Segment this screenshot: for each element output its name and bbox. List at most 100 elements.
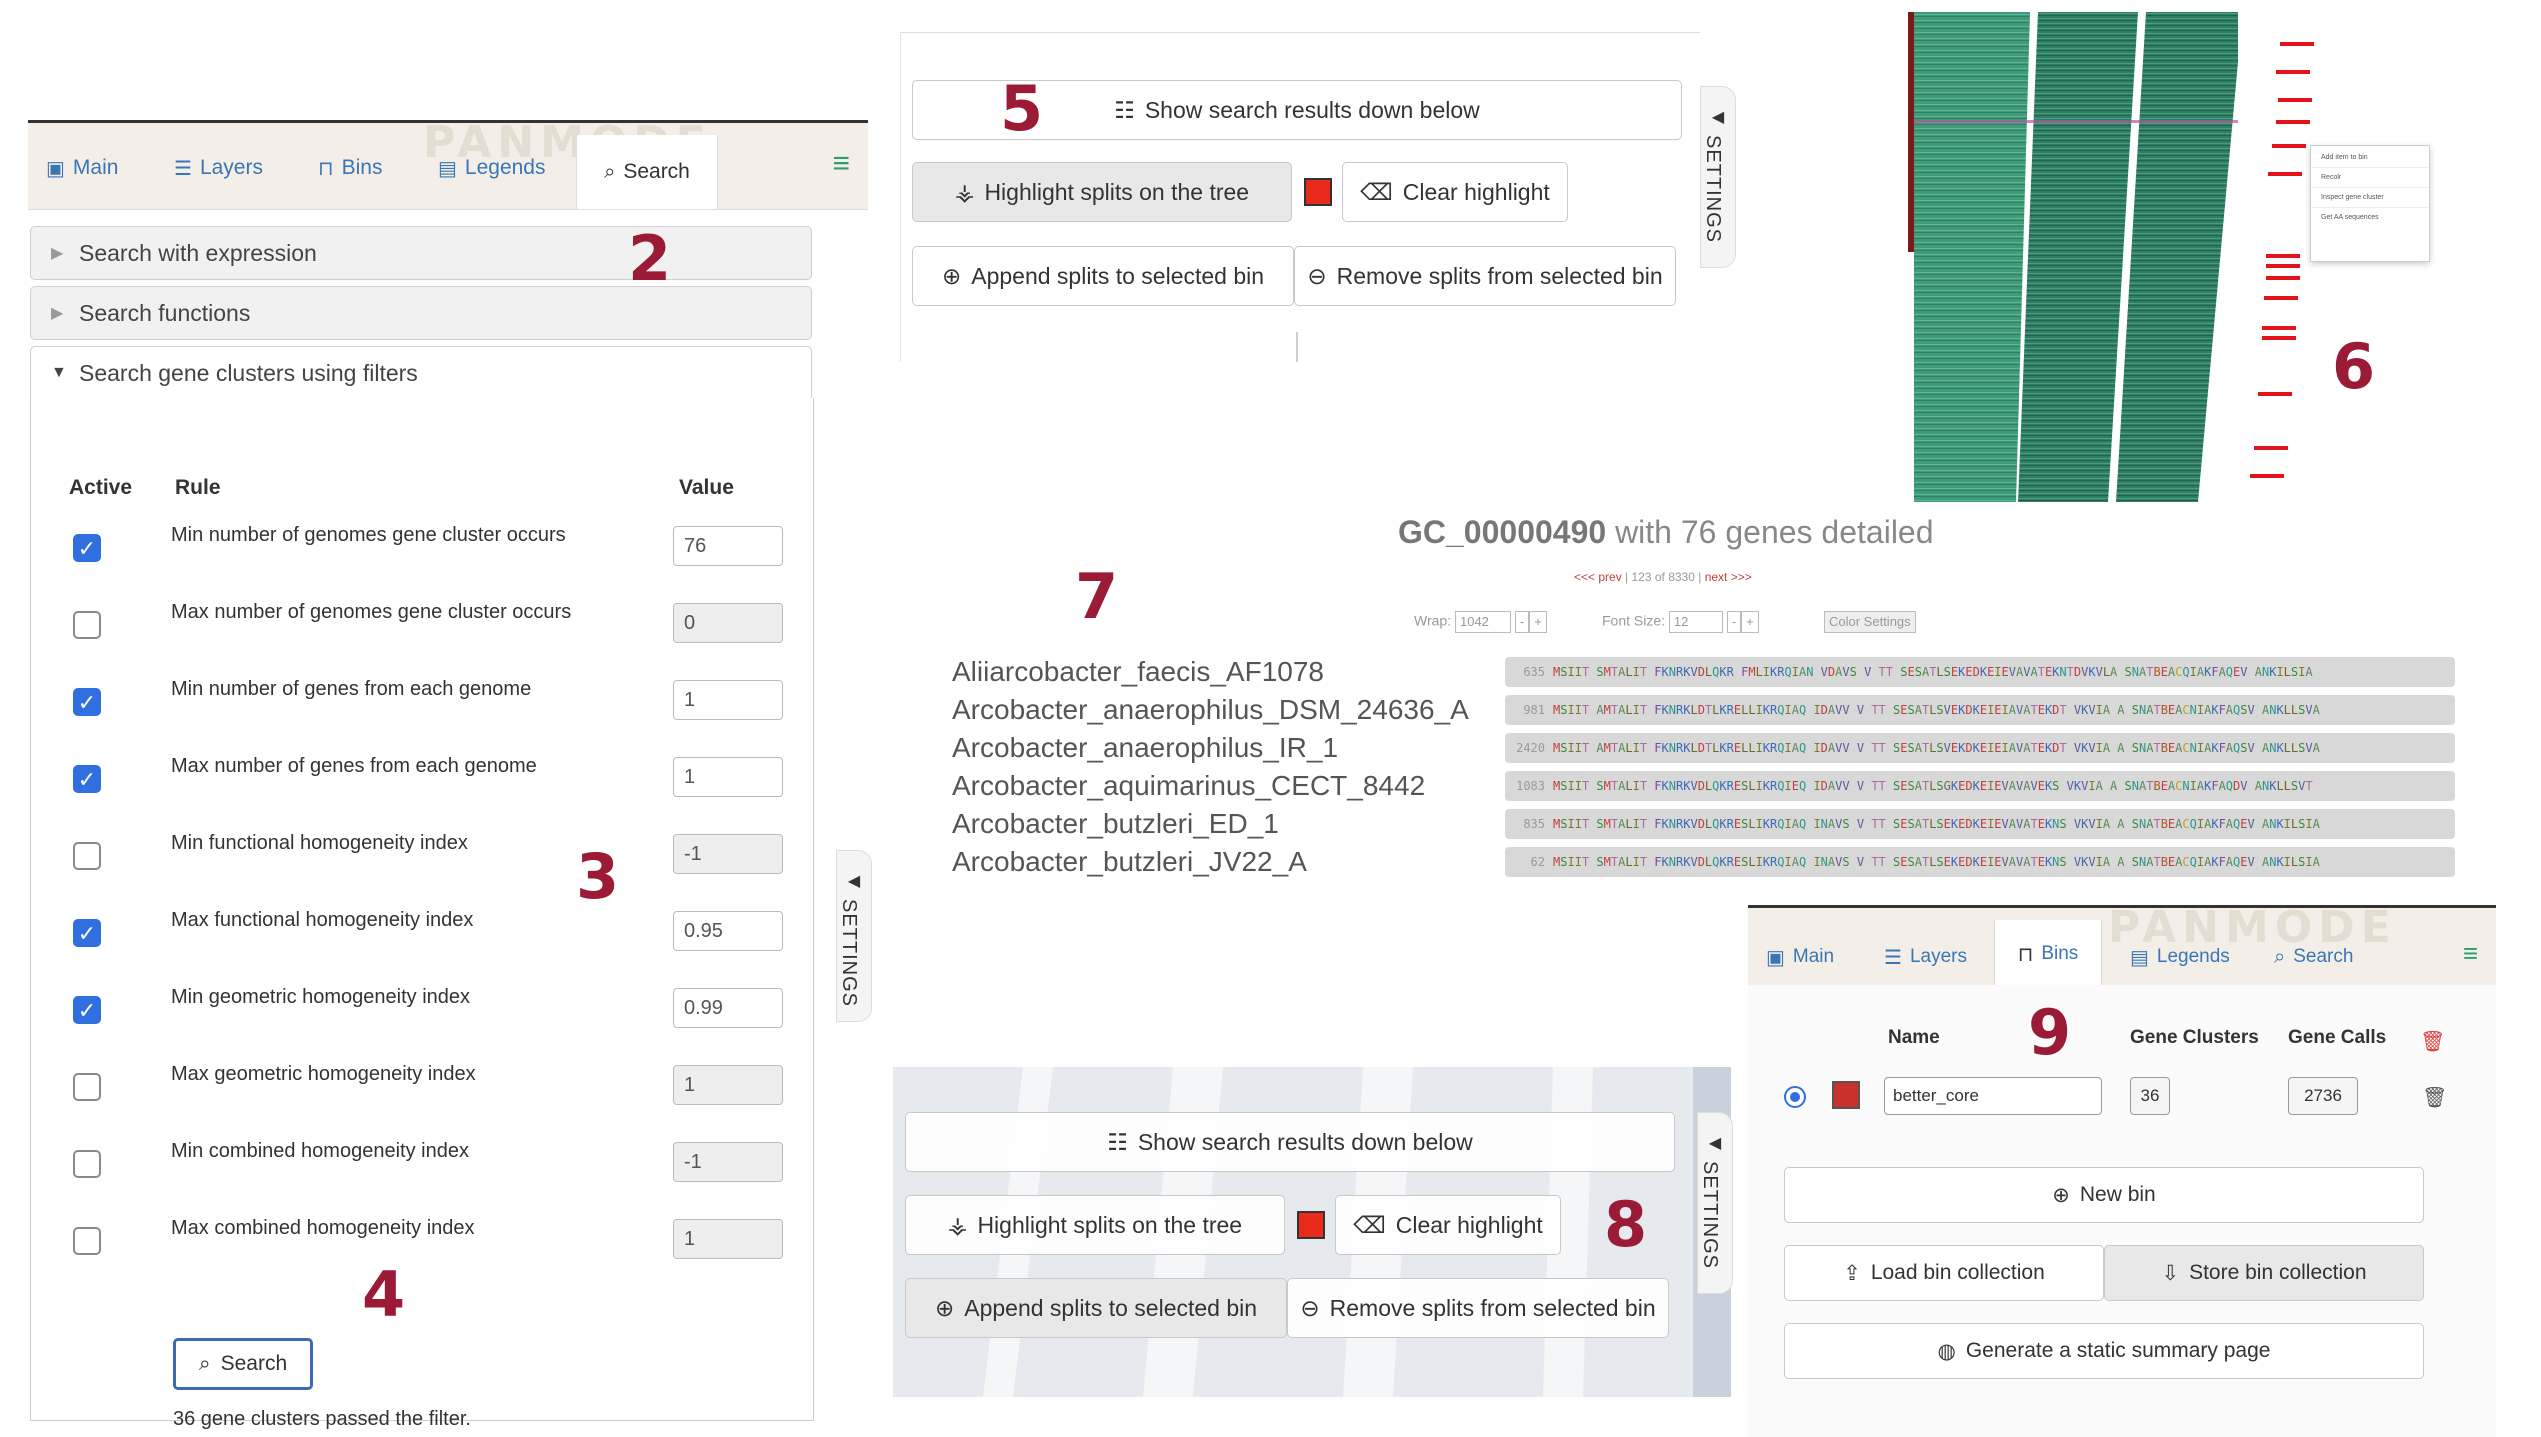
show-results-button[interactable]: ☷ Show search results down below	[905, 1112, 1675, 1172]
search-button[interactable]: ⌕ Search	[173, 1338, 313, 1390]
accordion-search-expression[interactable]: ▶ Search with expression	[30, 226, 812, 280]
load-collection-label: Load bin collection	[1870, 1261, 2045, 1284]
wrap-input[interactable]: 1042	[1454, 611, 1511, 633]
tree-context-menu: Add item to bin Recolr Inspect gene clus…	[2310, 145, 2430, 262]
tab-main[interactable]: ▣ Main	[46, 151, 118, 185]
settings-toggle[interactable]: ◀ SETTINGS	[1697, 1112, 1733, 1294]
settings-toggle[interactable]: ◀ SETTINGS	[1700, 86, 1736, 268]
wrap-increase-button[interactable]: +	[1529, 611, 1547, 633]
layers-icon: ☰	[174, 157, 192, 180]
filter-value-input[interactable]: 1	[673, 1219, 783, 1259]
tab-legends[interactable]: ▤ Legends	[438, 151, 545, 185]
aa-sequence: MSIIT AMTALIT FKNRKLDTLKRELLIKRQIAQ IDAV…	[1553, 741, 2320, 755]
filter-row: Max geometric homogeneity index 1	[31, 1055, 811, 1132]
remove-splits-button[interactable]: ⊖ Remove splits from selected bin	[1287, 1278, 1669, 1338]
font-size-input[interactable]: 12	[1668, 611, 1723, 633]
bin-select-radio[interactable]	[1784, 1086, 1806, 1108]
filter-value-input[interactable]: 1	[673, 757, 783, 797]
filter-value-input[interactable]: 1	[673, 680, 783, 720]
wrap-control: Wrap: 1042 - +	[1414, 611, 1547, 633]
append-splits-button[interactable]: ⊕ Append splits to selected bin	[905, 1278, 1287, 1338]
tab-layers[interactable]: ☰ Layers	[1884, 940, 1967, 974]
color-settings-button[interactable]: Color Settings	[1824, 611, 1916, 633]
filter-value-input[interactable]: 0.95	[673, 911, 783, 951]
filter-value-input[interactable]: 0.99	[673, 988, 783, 1028]
tab-main[interactable]: ▣ Main	[1766, 940, 1834, 974]
tab-bins[interactable]: ⊓ Bins	[1994, 920, 2102, 988]
sequence-row: 835 MSIIT SMTALIT FKNRKVDLQKRESLIKRQIAQ I…	[1505, 809, 2455, 839]
image-icon: ▣	[46, 157, 65, 180]
pangenome-tree-view[interactable]	[1908, 12, 2238, 502]
filter-active-checkbox[interactable]: ✓	[73, 534, 101, 562]
font-decrease-button[interactable]: -	[1726, 611, 1742, 633]
highlight-color-swatch[interactable]	[1297, 1211, 1325, 1239]
filter-rule-label: Min combined homogeneity index	[171, 1140, 469, 1162]
delete-bin-icon[interactable]: 🗑	[2422, 1085, 2447, 1110]
accordion-search-functions[interactable]: ▶ Search functions	[30, 286, 812, 340]
highlight-color-swatch[interactable]	[1304, 178, 1332, 206]
next-link[interactable]: next >>>	[1705, 570, 1752, 584]
context-menu-item[interactable]: Inspect gene cluster	[2311, 187, 2429, 207]
context-menu-item[interactable]: Add item to bin	[2311, 146, 2429, 167]
settings-toggle[interactable]: ◀ SETTINGS	[836, 850, 872, 1022]
tab-legends-label: Legends	[464, 156, 546, 179]
delete-all-icon[interactable]: 🗑	[2420, 1029, 2445, 1054]
marker-3: 3	[576, 840, 620, 913]
tab-search[interactable]: ⌕ Search	[2274, 940, 2353, 974]
context-menu-item[interactable]: Get AA sequences	[2311, 207, 2429, 227]
aa-sequence: MSIIT SMTALIT FKNRKVDLQKR FMLIKRQIAN VDA…	[1553, 665, 2313, 679]
filter-active-checkbox[interactable]	[73, 1073, 101, 1101]
prev-link[interactable]: <<< prev	[1574, 570, 1622, 584]
bin-name-input[interactable]: better_core	[1884, 1077, 2102, 1115]
clear-highlight-button[interactable]: ⌫ Clear highlight	[1342, 162, 1568, 222]
tab-layers[interactable]: ☰ Layers	[174, 151, 263, 185]
filter-active-checkbox[interactable]: ✓	[73, 919, 101, 947]
clear-highlight-button[interactable]: ⌫ Clear highlight	[1335, 1195, 1561, 1255]
context-menu-item[interactable]: Recolr	[2311, 167, 2429, 187]
filter-active-checkbox[interactable]	[73, 611, 101, 639]
filter-rule-label: Max number of genomes gene cluster occur…	[171, 601, 572, 623]
tab-bins[interactable]: ⊓ Bins	[318, 151, 382, 185]
highlight-icon: ⚶	[947, 1211, 968, 1238]
static-summary-button[interactable]: ◍ Generate a static summary page	[1784, 1323, 2424, 1379]
tab-search[interactable]: ⌕ Search	[576, 135, 718, 209]
filter-active-checkbox[interactable]	[73, 842, 101, 870]
store-collection-button[interactable]: ⇩ Store bin collection	[2104, 1245, 2424, 1301]
highlight-splits-button[interactable]: ⚶ Highlight splits on the tree	[905, 1195, 1285, 1255]
menu-icon[interactable]: ≡	[2463, 938, 2478, 969]
filter-value-input[interactable]: -1	[673, 834, 783, 874]
filter-value-input[interactable]: 76	[673, 526, 783, 566]
settings-label: SETTINGS	[1699, 1161, 1721, 1270]
aa-sequence: MSIIT SMTALIT FKNRKVDLQKRESLIKRQIEQ IDAV…	[1553, 779, 2313, 793]
search-icon: ⌕	[198, 1352, 211, 1375]
filter-active-checkbox[interactable]: ✓	[73, 996, 101, 1024]
bin-gene-calls: 2736	[2288, 1077, 2358, 1115]
new-bin-button[interactable]: ⊕ New bin	[1784, 1167, 2424, 1223]
search-icon: ⌕	[604, 160, 616, 183]
filter-rule-label: Max geometric homogeneity index	[171, 1063, 476, 1085]
filter-active-checkbox[interactable]	[73, 1227, 101, 1255]
marker-9: 9	[2028, 996, 2072, 1069]
filter-value-input[interactable]: 1	[673, 1065, 783, 1105]
highlight-splits-button[interactable]: ⚶ Highlight splits on the tree	[912, 162, 1292, 222]
append-splits-button[interactable]: ⊕ Append splits to selected bin	[912, 246, 1294, 306]
filter-active-checkbox[interactable]: ✓	[73, 765, 101, 793]
load-collection-button[interactable]: ⇪ Load bin collection	[1784, 1245, 2104, 1301]
legend-icon: ▤	[438, 157, 457, 180]
remove-splits-button[interactable]: ⊖ Remove splits from selected bin	[1294, 246, 1676, 306]
caret-right-icon: ▶	[51, 245, 64, 262]
accordion-search-filters[interactable]: ▼ Search gene clusters using filters	[30, 346, 812, 400]
append-label: Append splits to selected bin	[964, 1294, 1258, 1321]
store-collection-label: Store bin collection	[2189, 1261, 2367, 1284]
filter-active-checkbox[interactable]	[73, 1150, 101, 1178]
clear-highlight-label: Clear highlight	[1395, 1211, 1543, 1238]
filter-value-input[interactable]: -1	[673, 1142, 783, 1182]
bin-color-swatch[interactable]	[1832, 1081, 1860, 1109]
filter-value-input[interactable]: 0	[673, 603, 783, 643]
tab-legends[interactable]: ▤ Legends	[2130, 940, 2230, 974]
marker-5: 5	[1000, 72, 1044, 145]
wrap-decrease-button[interactable]: -	[1514, 611, 1530, 633]
filter-active-checkbox[interactable]: ✓	[73, 688, 101, 716]
menu-icon[interactable]: ≡	[832, 147, 850, 181]
font-increase-button[interactable]: +	[1741, 611, 1759, 633]
